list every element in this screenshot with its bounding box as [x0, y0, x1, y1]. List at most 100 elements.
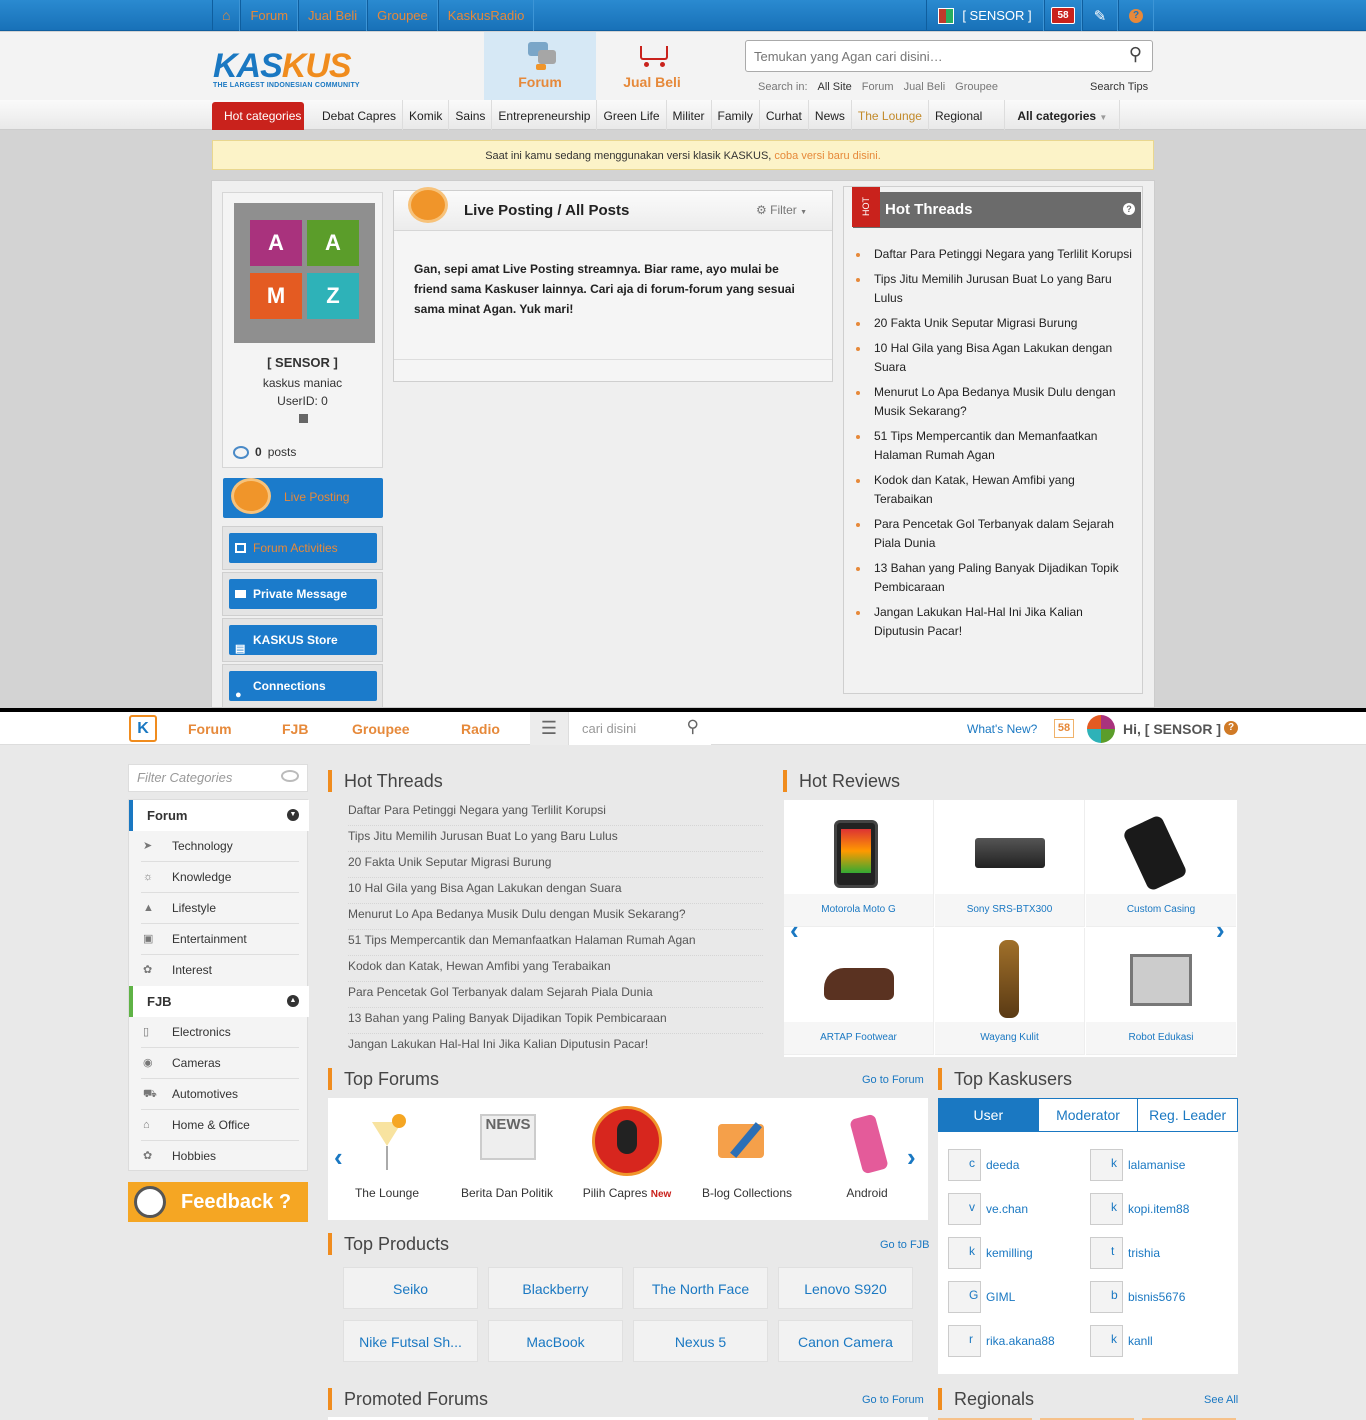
go-to-forum-link[interactable]: Go to Forum: [862, 1074, 924, 1086]
category-group-forum[interactable]: Forum ▼: [129, 800, 309, 831]
help-icon[interactable]: ?: [1118, 0, 1154, 31]
category-automotives[interactable]: ⛟ Automotives: [141, 1079, 299, 1110]
live-posting-button[interactable]: Live Posting: [223, 478, 383, 518]
category-debat-capres[interactable]: Debat Capres: [316, 100, 404, 130]
topnav-kaskusradio[interactable]: KaskusRadio: [437, 0, 535, 31]
topnav-forum[interactable]: Forum: [240, 0, 299, 31]
hot-thread-item[interactable]: Tips Jitu Memilih Jurusan Buat Lo yang B…: [348, 826, 763, 852]
search-scope-jual-beli[interactable]: Jual Beli: [904, 81, 946, 93]
user-entry[interactable]: v ve.chan: [948, 1193, 1028, 1225]
hot-thread-item[interactable]: Jangan Lakukan Hal-Hal Ini Jika Kalian D…: [348, 1034, 763, 1060]
forum-activities-button[interactable]: Forum Activities: [229, 533, 377, 563]
top-forum-item[interactable]: The Lounge: [332, 1106, 442, 1200]
chevron-right-icon[interactable]: ›: [907, 1144, 916, 1170]
top-forum-item[interactable]: Android: [812, 1106, 922, 1200]
go-to-forum-link[interactable]: Go to Forum: [862, 1394, 924, 1406]
hot-thread-item[interactable]: 20 Fakta Unik Seputar Migrasi Burung: [348, 852, 763, 878]
category-technology[interactable]: ➤ Technology: [141, 831, 299, 862]
menu-icon[interactable]: ☰: [530, 712, 568, 745]
hot-categories-tab[interactable]: Hot categories: [212, 102, 304, 130]
whats-new-link[interactable]: What's New?: [967, 722, 1037, 736]
hot-thread-item[interactable]: 51 Tips Mempercantik dan Memanfaatkan Ha…: [348, 930, 763, 956]
hot-thread-item[interactable]: Tips Jitu Memilih Jurusan Buat Lo yang B…: [856, 270, 1136, 308]
filter-dropdown[interactable]: ⚙ Filter ▼: [756, 203, 807, 217]
review-card[interactable]: Custom Casing: [1086, 800, 1236, 927]
nav-fjb[interactable]: FJB: [282, 712, 308, 745]
hot-thread-item[interactable]: 10 Hal Gila yang Bisa Agan Lakukan denga…: [348, 878, 763, 904]
top-forum-item[interactable]: Pilih Capres New: [572, 1106, 682, 1200]
kaskus-store-button[interactable]: ▤ KASKUS Store: [229, 625, 377, 655]
user-entry[interactable]: t trishia: [1090, 1237, 1160, 1269]
search-input[interactable]: [746, 41, 1106, 71]
avatar[interactable]: A A M Z: [234, 203, 375, 343]
category-sains[interactable]: Sains: [449, 100, 493, 130]
nav-radio[interactable]: Radio: [461, 712, 500, 745]
hot-thread-item[interactable]: Jangan Lakukan Hal-Hal Ini Jika Kalian D…: [856, 603, 1136, 641]
user-entry[interactable]: c deeda: [948, 1149, 1019, 1181]
top-forum-item[interactable]: B-log Collections: [692, 1106, 802, 1200]
search-icon[interactable]: ⚲: [1129, 44, 1142, 65]
product-button[interactable]: Seiko: [343, 1267, 478, 1309]
product-button[interactable]: The North Face: [633, 1267, 768, 1309]
review-card[interactable]: Wayang Kulit: [935, 928, 1085, 1055]
category-news[interactable]: News: [809, 100, 852, 130]
kaskus-logo[interactable]: KASKUS THE LARGEST INDONESIAN COMMUNITY: [213, 49, 393, 90]
category-family[interactable]: Family: [712, 100, 760, 130]
private-message-button[interactable]: Private Message: [229, 579, 377, 609]
hot-thread-item[interactable]: Kodok dan Katak, Hewan Amfibi yang Terab…: [348, 956, 763, 982]
review-card[interactable]: Robot Edukasi: [1086, 928, 1236, 1055]
search-scope-all-site[interactable]: All Site: [818, 81, 852, 93]
search-tips-link[interactable]: Search Tips: [1090, 81, 1148, 93]
nav-groupee[interactable]: Groupee: [352, 712, 410, 745]
user-greeting[interactable]: Hi, [ SENSOR ]: [1123, 721, 1221, 737]
kaskus-logo[interactable]: K: [129, 715, 157, 742]
go-to-fjb-link[interactable]: Go to FJB: [880, 1239, 930, 1251]
hot-thread-item[interactable]: Para Pencetak Gol Terbanyak dalam Sejara…: [856, 515, 1136, 553]
category-group-fjb[interactable]: FJB ▲: [129, 986, 309, 1017]
all-categories-dropdown[interactable]: All categories ▼: [1005, 100, 1121, 130]
hot-thread-item[interactable]: 13 Bahan yang Paling Banyak Dijadikan To…: [856, 559, 1136, 597]
avatar[interactable]: [1087, 715, 1115, 743]
see-all-link[interactable]: See All: [1204, 1394, 1238, 1406]
search-icon[interactable]: ⚲: [687, 717, 699, 737]
category-regional[interactable]: Regional: [929, 100, 1006, 130]
eye-icon[interactable]: [281, 770, 299, 782]
user-entry[interactable]: b bisnis5676: [1090, 1281, 1185, 1313]
user-entry[interactable]: k kemilling: [948, 1237, 1033, 1269]
tab-moderator[interactable]: Moderator: [1038, 1099, 1139, 1131]
user-entry[interactable]: G GIML: [948, 1281, 1015, 1313]
category-electronics[interactable]: ▯ Electronics: [141, 1017, 299, 1048]
user-entry[interactable]: k lalamanise: [1090, 1149, 1185, 1181]
tab-user[interactable]: User: [939, 1099, 1039, 1131]
category-militer[interactable]: Militer: [667, 100, 712, 130]
product-button[interactable]: Canon Camera: [778, 1320, 913, 1362]
category-the-lounge[interactable]: The Lounge: [852, 100, 929, 130]
info-icon[interactable]: ?: [1123, 203, 1135, 215]
user-entry[interactable]: k kanll: [1090, 1325, 1153, 1357]
hot-thread-item[interactable]: 10 Hal Gila yang Bisa Agan Lakukan denga…: [856, 339, 1136, 377]
review-card[interactable]: Motorola Moto G: [784, 800, 934, 927]
category-cameras[interactable]: ◉ Cameras: [141, 1048, 299, 1079]
category-curhat[interactable]: Curhat: [760, 100, 809, 130]
category-green-life[interactable]: Green Life: [597, 100, 667, 130]
posts-link[interactable]: 0 posts: [233, 445, 296, 459]
connections-button[interactable]: ● Connections: [229, 671, 377, 701]
category-komik[interactable]: Komik: [403, 100, 450, 130]
category-entrepreneurship[interactable]: Entrepreneurship: [492, 100, 598, 130]
category-interest[interactable]: ✿ Interest: [141, 955, 299, 986]
hot-thread-item[interactable]: Para Pencetak Gol Terbanyak dalam Sejara…: [348, 982, 763, 1008]
nav-forum[interactable]: Forum: [188, 712, 232, 745]
topnav-jual-beli[interactable]: Jual Beli: [298, 0, 368, 31]
user-entry[interactable]: r rika.akana88: [948, 1325, 1055, 1357]
product-button[interactable]: Blackberry: [488, 1267, 623, 1309]
search-scope-forum[interactable]: Forum: [862, 81, 894, 93]
hot-thread-item[interactable]: 13 Bahan yang Paling Banyak Dijadikan To…: [348, 1008, 763, 1034]
category-knowledge[interactable]: ☼ Knowledge: [141, 862, 299, 893]
topnav-groupee[interactable]: Groupee: [367, 0, 438, 31]
hot-thread-item[interactable]: Kodok dan Katak, Hewan Amfibi yang Terab…: [856, 471, 1136, 509]
product-button[interactable]: MacBook: [488, 1320, 623, 1362]
search-scope-groupee[interactable]: Groupee: [955, 81, 998, 93]
review-card[interactable]: ARTAP Footwear: [784, 928, 934, 1055]
notice-link[interactable]: coba versi baru disini.: [774, 150, 880, 162]
category-hobbies[interactable]: ✿ Hobbies: [141, 1141, 299, 1172]
